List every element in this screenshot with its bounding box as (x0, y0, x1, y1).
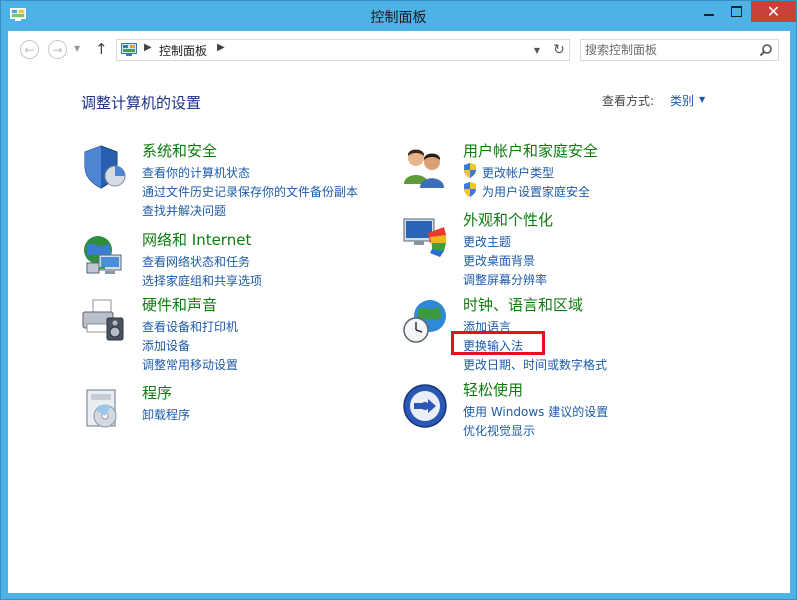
category-title[interactable]: 外观和个性化 (463, 209, 553, 230)
category-title[interactable]: 系统和安全 (142, 140, 217, 161)
refresh-icon[interactable]: ↻ (550, 40, 568, 60)
link-file-history-backup[interactable]: 通过文件历史记录保存你的文件备份副本 (142, 183, 358, 200)
highlight-annotation-box (451, 331, 545, 355)
window-title: 控制面板 (370, 10, 427, 26)
close-icon: ✕ (766, 2, 781, 21)
address-dropdown-icon[interactable]: ▼ (528, 41, 546, 59)
link-troubleshoot[interactable]: 查找并解决问题 (142, 202, 226, 219)
appearance-icon[interactable] (402, 213, 448, 259)
network-globe-icon[interactable] (81, 233, 127, 279)
back-button[interactable]: ← (20, 40, 39, 59)
link-screen-resolution[interactable]: 调整屏幕分辨率 (463, 271, 547, 288)
clock-globe-icon[interactable] (402, 298, 448, 344)
users-icon[interactable] (402, 144, 448, 190)
category-title[interactable]: 网络和 Internet (142, 229, 251, 250)
view-by-chevron-down-icon[interactable]: ▼ (699, 95, 705, 104)
link-family-safety[interactable]: 为用户设置家庭安全 (482, 183, 590, 200)
view-by-label: 查看方式: (602, 94, 655, 108)
category-title[interactable]: 硬件和声音 (142, 294, 217, 315)
maximize-button[interactable] (723, 1, 750, 22)
address-bar[interactable]: ▶ 控制面板 ▶ ▼ ↻ (116, 39, 570, 61)
category-title[interactable]: 用户帐户和家庭安全 (463, 140, 598, 161)
minimize-button[interactable] (695, 1, 722, 22)
uac-shield-icon (464, 182, 476, 197)
forward-arrow-icon: → (52, 42, 63, 57)
page-title: 调整计算机的设置 (81, 94, 202, 112)
recent-locations-dropdown-icon[interactable]: ▼ (74, 44, 80, 53)
printer-icon[interactable] (81, 298, 127, 344)
link-add-device[interactable]: 添加设备 (142, 337, 190, 354)
maximize-icon (731, 6, 742, 17)
category-title[interactable]: 程序 (142, 382, 172, 403)
link-network-status[interactable]: 查看网络状态和任务 (142, 253, 250, 270)
category-title[interactable]: 时钟、语言和区域 (463, 294, 583, 315)
forward-button[interactable]: → (48, 40, 67, 59)
uac-shield-icon (464, 163, 476, 178)
link-optimize-visual-display[interactable]: 优化视觉显示 (463, 422, 535, 439)
minimize-icon (703, 13, 714, 16)
link-mobility-settings[interactable]: 调整常用移动设置 (142, 356, 238, 373)
breadcrumb-separator-icon[interactable]: ▶ (217, 42, 225, 53)
link-date-time-format[interactable]: 更改日期、时间或数字格式 (463, 356, 607, 373)
ease-of-access-icon[interactable] (402, 383, 448, 429)
view-by-dropdown[interactable]: 类别 (670, 92, 694, 109)
link-change-account-type[interactable]: 更改帐户类型 (482, 164, 554, 181)
category-title[interactable]: 轻松使用 (463, 379, 523, 400)
control-panel-location-icon (121, 43, 137, 56)
breadcrumb-separator-icon[interactable]: ▶ (144, 42, 152, 53)
link-change-theme[interactable]: 更改主题 (463, 233, 511, 250)
search-icon[interactable] (759, 43, 773, 57)
up-arrow-icon[interactable]: ↑ (95, 40, 108, 58)
client-area: ← → ▼ ↑ ▶ 控制面板 ▶ ▼ ↻ 搜索控制面板 调整计算机的设置 查看方… (8, 31, 790, 593)
navigation-bar: ← → ▼ ↑ ▶ 控制面板 ▶ ▼ ↻ (8, 31, 790, 69)
control-panel-window: 控制面板 ✕ ← → ▼ ↑ ▶ 控制面板 ▶ ▼ ↻ 搜索控制面板 调整计算机… (0, 0, 797, 600)
link-homegroup-sharing[interactable]: 选择家庭组和共享选项 (142, 272, 262, 289)
shield-icon[interactable] (81, 144, 127, 190)
breadcrumb-control-panel[interactable]: 控制面板 (159, 42, 207, 59)
search-input[interactable] (585, 41, 753, 59)
link-windows-recommended-settings[interactable]: 使用 Windows 建议的设置 (463, 403, 608, 420)
link-uninstall-program[interactable]: 卸载程序 (142, 406, 190, 423)
back-arrow-icon: ← (24, 42, 35, 57)
search-box[interactable] (580, 39, 779, 61)
link-desktop-background[interactable]: 更改桌面背景 (463, 252, 535, 269)
title-bar[interactable]: 控制面板 ✕ (1, 1, 796, 31)
link-devices-printers[interactable]: 查看设备和打印机 (142, 318, 238, 335)
close-button[interactable]: ✕ (751, 1, 796, 22)
programs-icon[interactable] (81, 386, 127, 432)
link-view-computer-status[interactable]: 查看你的计算机状态 (142, 164, 250, 181)
